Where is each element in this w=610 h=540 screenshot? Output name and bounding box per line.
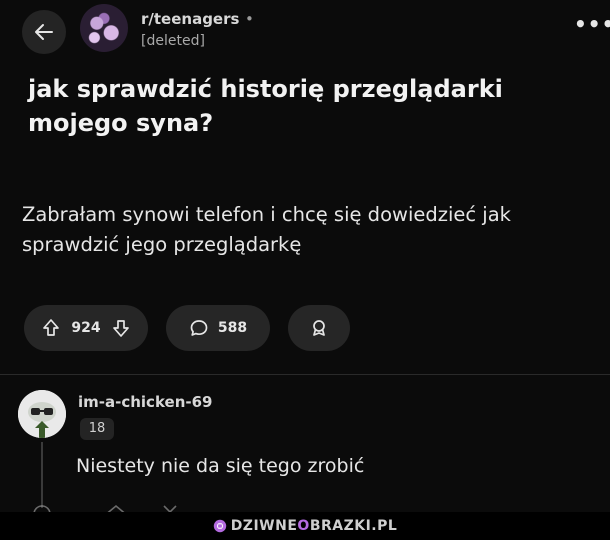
section-divider [0, 374, 610, 375]
post-title: jak sprawdzić historię przeglądarki moje… [28, 75, 503, 137]
vote-bar: 924 [24, 305, 148, 351]
watermark-suffix: BRAZKI.PL [309, 518, 398, 534]
comment-icon [190, 320, 208, 336]
watermark-text: DZIWNEOBRAZKI.PL [231, 518, 398, 534]
downvote-icon[interactable] [111, 318, 131, 338]
comment-author[interactable]: im-a-chicken-69 [78, 393, 212, 411]
watermark-highlight: O [297, 518, 310, 534]
comment-action-bar [24, 498, 224, 512]
subreddit-avatar[interactable] [80, 4, 128, 52]
comment-count: 588 [217, 320, 248, 336]
comment-avatar[interactable] [18, 390, 66, 438]
header-separator: • [245, 10, 254, 28]
watermark-prefix: DZIWNE [230, 518, 298, 534]
back-button[interactable] [22, 10, 66, 54]
award-icon [313, 320, 325, 336]
more-icon[interactable]: ••• [574, 12, 610, 36]
award-button[interactable] [288, 305, 350, 351]
user-flair-badge: 18 [80, 418, 114, 440]
upvote-count: 924 [71, 320, 101, 336]
post-screen: r/teenagers • [deleted] ••• jak sprawdzi… [0, 0, 610, 512]
post-author[interactable]: [deleted] [141, 33, 205, 49]
brain-icon [213, 519, 226, 533]
post-body: Zabrałam synowi telefon i chcę się dowie… [22, 203, 511, 256]
back-arrow-icon [35, 24, 53, 40]
site-watermark: DZIWNEOBRAZKI.PL [0, 512, 610, 540]
upvote-icon[interactable] [41, 318, 61, 338]
subreddit-name[interactable]: r/teenagers [141, 10, 239, 28]
comment-text: Niestety nie da się tego zrobić [76, 455, 365, 477]
snoo-avatar-icon [18, 390, 66, 438]
comments-button[interactable]: 588 [166, 305, 270, 351]
